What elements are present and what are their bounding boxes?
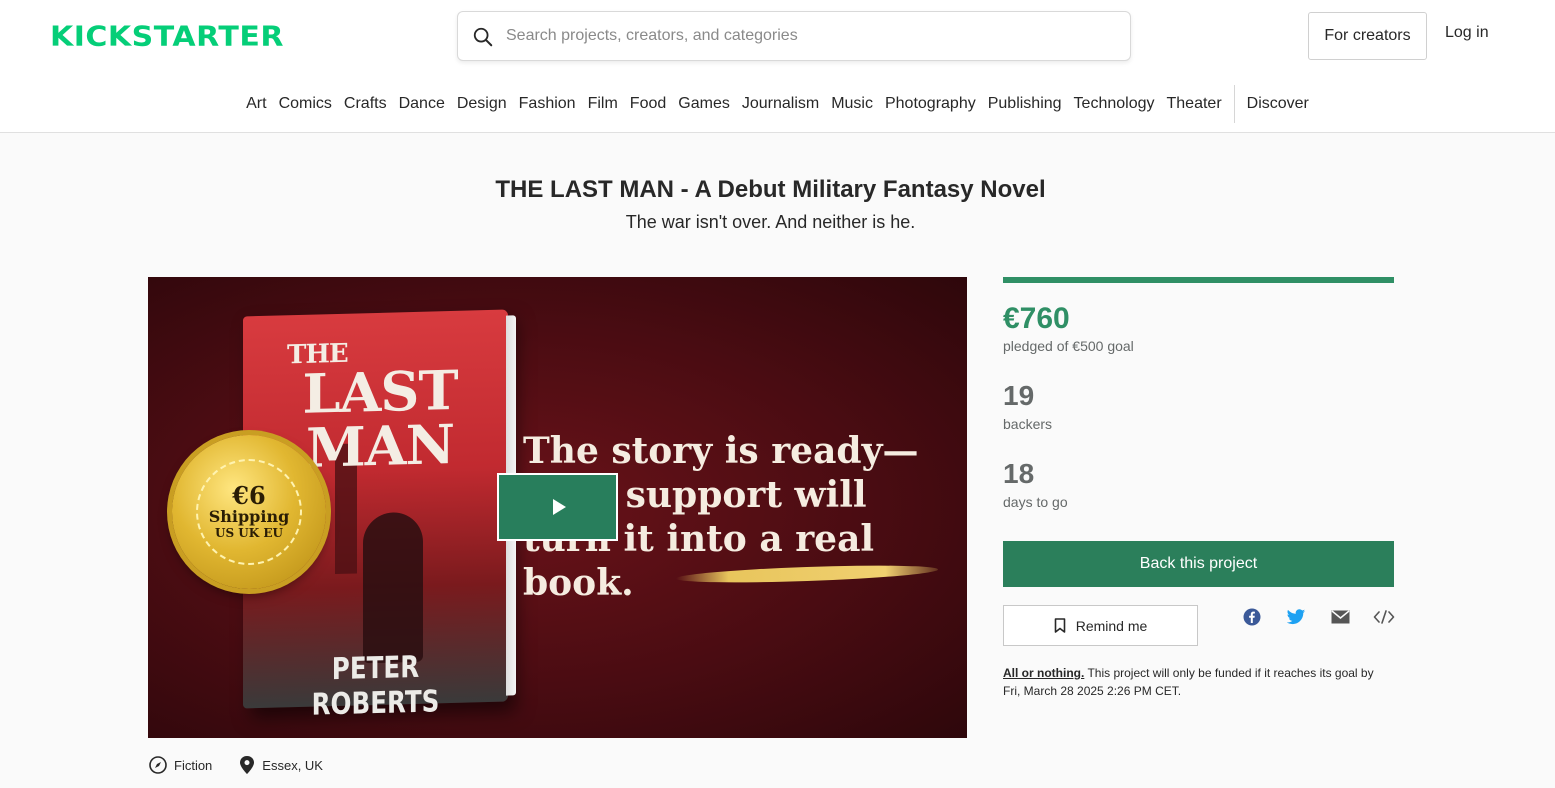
seal-price: €6	[232, 481, 266, 510]
all-or-nothing-link[interactable]: All or nothing.	[1003, 666, 1084, 680]
category-link[interactable]: Games	[672, 84, 736, 124]
category-link[interactable]: Art	[240, 84, 272, 124]
bookmark-icon	[1054, 618, 1066, 633]
embed-code-icon	[1373, 610, 1395, 624]
for-creators-button[interactable]: For creators	[1308, 12, 1427, 60]
category-link[interactable]: Publishing	[982, 84, 1068, 124]
category-tag[interactable]: Fiction	[174, 758, 212, 773]
project-subtitle: The war isn't over. And neither is he.	[625, 212, 916, 232]
pledged-goal-label: pledged of €500 goal	[1003, 338, 1134, 354]
facebook-icon	[1243, 608, 1261, 626]
seal-regions: US UK EU	[215, 526, 283, 540]
remind-me-label: Remind me	[1075, 617, 1148, 634]
email-icon	[1331, 610, 1349, 624]
location-pin-icon	[240, 756, 255, 774]
soldier-silhouette	[363, 511, 423, 664]
embed-share-button[interactable]	[1373, 608, 1395, 626]
funding-progress-fill	[1003, 277, 1394, 283]
category-nav: Art Comics Crafts Dance Design Fashion F…	[0, 84, 1555, 124]
project-meta: Fiction Essex, UK	[148, 755, 323, 775]
category-link[interactable]: Crafts	[338, 84, 393, 124]
nav-divider	[1233, 85, 1235, 123]
category-link[interactable]: Journalism	[736, 84, 825, 124]
project-video[interactable]: THE LAST MAN PETER ROBERTS €6 Shipping U…	[148, 277, 967, 738]
category-link[interactable]: Theater	[1161, 84, 1228, 124]
search-icon	[473, 27, 493, 47]
pledged-amount: €760	[1003, 302, 1070, 335]
category-link[interactable]: Fashion	[513, 84, 582, 124]
seal-shipping-label: Shipping	[208, 507, 290, 526]
backers-count: 19	[1003, 380, 1035, 411]
backers-label: backers	[1003, 416, 1053, 432]
category-link[interactable]: Music	[825, 84, 879, 124]
category-link[interactable]: Photography	[879, 84, 982, 124]
play-icon	[553, 499, 566, 515]
funding-progress-bar	[1003, 277, 1394, 283]
location-tag[interactable]: Essex, UK	[262, 758, 323, 773]
days-to-go-label: days to go	[1003, 494, 1068, 510]
category-link[interactable]: Dance	[393, 84, 451, 124]
kickstarter-logo[interactable]: KICKSTARTER	[50, 23, 284, 51]
category-link[interactable]: Technology	[1068, 84, 1161, 124]
book-title-large: LAST MAN	[302, 357, 458, 480]
category-link[interactable]: Design	[451, 84, 513, 124]
search-box[interactable]	[457, 11, 1131, 61]
category-link[interactable]: Food	[624, 84, 672, 124]
compass-icon	[149, 756, 167, 774]
seal-inner: €6 Shipping US UK EU	[196, 459, 302, 565]
all-or-nothing-notice: All or nothing. This project will only b…	[1003, 664, 1394, 700]
shipping-seal: €6 Shipping US UK EU	[172, 435, 326, 589]
email-share-button[interactable]	[1329, 608, 1351, 626]
category-link[interactable]: Film	[582, 84, 624, 124]
category-link[interactable]: Comics	[273, 84, 338, 124]
play-button[interactable]	[497, 473, 618, 541]
days-to-go-count: 18	[1003, 458, 1035, 489]
login-link[interactable]: Log in	[1445, 24, 1489, 42]
facebook-share-button[interactable]	[1241, 608, 1263, 626]
top-navigation: KICKSTARTER For creators Log in Art Comi…	[0, 0, 1555, 133]
discover-link[interactable]: Discover	[1241, 84, 1315, 124]
back-project-button[interactable]: Back this project	[1003, 541, 1394, 587]
twitter-share-button[interactable]	[1285, 608, 1307, 626]
project-title: THE LAST MAN - A Debut Military Fantasy …	[495, 176, 1046, 203]
search-input[interactable]	[506, 12, 1106, 60]
remind-me-button[interactable]: Remind me	[1003, 605, 1198, 646]
book-author: PETER ROBERTS	[311, 649, 440, 723]
twitter-icon	[1286, 608, 1306, 624]
